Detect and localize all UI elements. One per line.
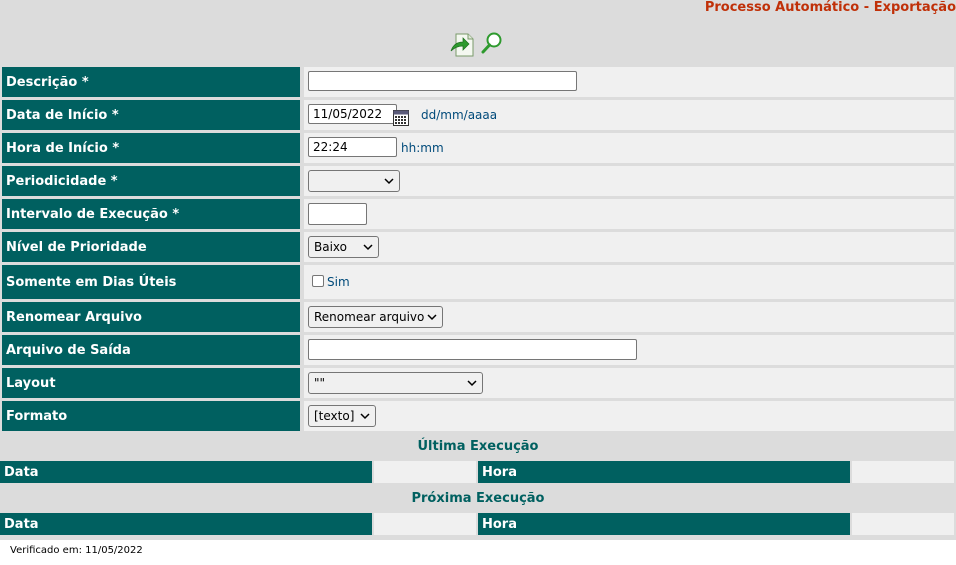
row-arquivo-saida: Arquivo de Saída bbox=[2, 335, 954, 365]
row-data-inicio: Data de Início * 11/05/2022 dd/mm/aaaa bbox=[2, 100, 954, 130]
row-prioridade: Nível de Prioridade Baixo bbox=[2, 232, 954, 262]
row-dias-uteis: Somente em Dias Úteis Sim bbox=[2, 265, 954, 299]
dias-uteis-checkbox-label[interactable]: Sim bbox=[327, 275, 350, 289]
dias-uteis-label: Somente em Dias Úteis bbox=[2, 265, 300, 299]
proxima-hora-value bbox=[852, 513, 954, 535]
prioridade-label: Nível de Prioridade bbox=[2, 232, 300, 262]
data-inicio-input[interactable]: 11/05/2022 bbox=[308, 104, 397, 124]
periodicidade-cell bbox=[304, 166, 954, 196]
proxima-hora-label: Hora bbox=[478, 513, 850, 535]
page-title: Processo Automático - Exportação bbox=[704, 0, 956, 15]
renomear-cell: Renomear arquivo bbox=[304, 302, 954, 332]
arquivo-saida-cell bbox=[304, 335, 954, 365]
chevron-down-icon bbox=[363, 244, 373, 251]
descricao-label: Descrição * bbox=[2, 67, 300, 97]
row-layout: Layout "" bbox=[2, 368, 954, 398]
row-descricao: Descrição * bbox=[2, 67, 954, 97]
proxima-data-label: Data bbox=[0, 513, 372, 535]
ultima-execucao-title: Última Execução bbox=[417, 439, 539, 454]
ultima-data-value bbox=[374, 461, 476, 483]
ultima-data-label: Data bbox=[0, 461, 372, 483]
proxima-execucao-row: Data Hora bbox=[0, 513, 956, 535]
hora-inicio-input[interactable]: 22:24 bbox=[308, 137, 397, 157]
export-file-icon[interactable] bbox=[450, 33, 474, 57]
row-hora-inicio: Hora de Início * 22:24 hh:mm bbox=[2, 133, 954, 163]
prioridade-cell: Baixo bbox=[304, 232, 954, 262]
row-renomear: Renomear Arquivo Renomear arquivo bbox=[2, 302, 954, 332]
arquivo-saida-label: Arquivo de Saída bbox=[2, 335, 300, 365]
renomear-select[interactable]: Renomear arquivo bbox=[308, 306, 443, 328]
intervalo-label: Intervalo de Execução * bbox=[2, 199, 300, 229]
chevron-down-icon bbox=[467, 380, 477, 387]
proxima-execucao-title: Próxima Execução bbox=[411, 491, 545, 506]
periodicidade-label: Periodicidade * bbox=[2, 166, 300, 196]
layout-cell: "" bbox=[304, 368, 954, 398]
layout-label: Layout bbox=[2, 368, 300, 398]
time-format-hint: hh:mm bbox=[401, 141, 444, 155]
ultima-hora-label: Hora bbox=[478, 461, 850, 483]
date-format-hint: dd/mm/aaaa bbox=[421, 108, 498, 122]
toolbar bbox=[450, 30, 506, 60]
arquivo-saida-input[interactable] bbox=[308, 339, 637, 360]
search-icon[interactable] bbox=[481, 32, 502, 54]
renomear-label: Renomear Arquivo bbox=[2, 302, 300, 332]
chevron-down-icon bbox=[384, 178, 394, 185]
periodicidade-select[interactable] bbox=[308, 170, 400, 192]
row-formato: Formato [texto] bbox=[2, 401, 954, 431]
chevron-down-icon bbox=[427, 314, 437, 321]
layout-value: "" bbox=[314, 376, 326, 390]
formato-select[interactable]: [texto] bbox=[308, 405, 376, 427]
prioridade-value: Baixo bbox=[314, 240, 347, 254]
hora-inicio-cell: 22:24 hh:mm bbox=[304, 133, 954, 163]
verification-footer: Verificado em: 11/05/2022 bbox=[10, 545, 143, 556]
descricao-cell bbox=[304, 67, 954, 97]
data-inicio-cell: 11/05/2022 dd/mm/aaaa bbox=[304, 100, 954, 130]
intervalo-cell bbox=[304, 199, 954, 229]
data-inicio-label: Data de Início * bbox=[2, 100, 300, 130]
descricao-input[interactable] bbox=[308, 71, 577, 91]
formato-value: [texto] bbox=[314, 409, 355, 423]
ultima-execucao-row: Data Hora bbox=[0, 461, 956, 483]
formato-cell: [texto] bbox=[304, 401, 954, 431]
proxima-data-value bbox=[374, 513, 476, 535]
ultima-hora-value bbox=[852, 461, 954, 483]
formato-label: Formato bbox=[2, 401, 300, 431]
renomear-value: Renomear arquivo bbox=[314, 310, 425, 324]
prioridade-select[interactable]: Baixo bbox=[308, 236, 379, 258]
intervalo-input[interactable] bbox=[308, 203, 367, 225]
calendar-icon[interactable] bbox=[393, 110, 409, 126]
hora-inicio-label: Hora de Início * bbox=[2, 133, 300, 163]
chevron-down-icon bbox=[360, 413, 370, 420]
row-periodicidade: Periodicidade * bbox=[2, 166, 954, 196]
dias-uteis-checkbox[interactable] bbox=[312, 275, 324, 287]
row-intervalo: Intervalo de Execução * bbox=[2, 199, 954, 229]
layout-select[interactable]: "" bbox=[308, 372, 483, 394]
dias-uteis-cell: Sim bbox=[304, 265, 954, 299]
